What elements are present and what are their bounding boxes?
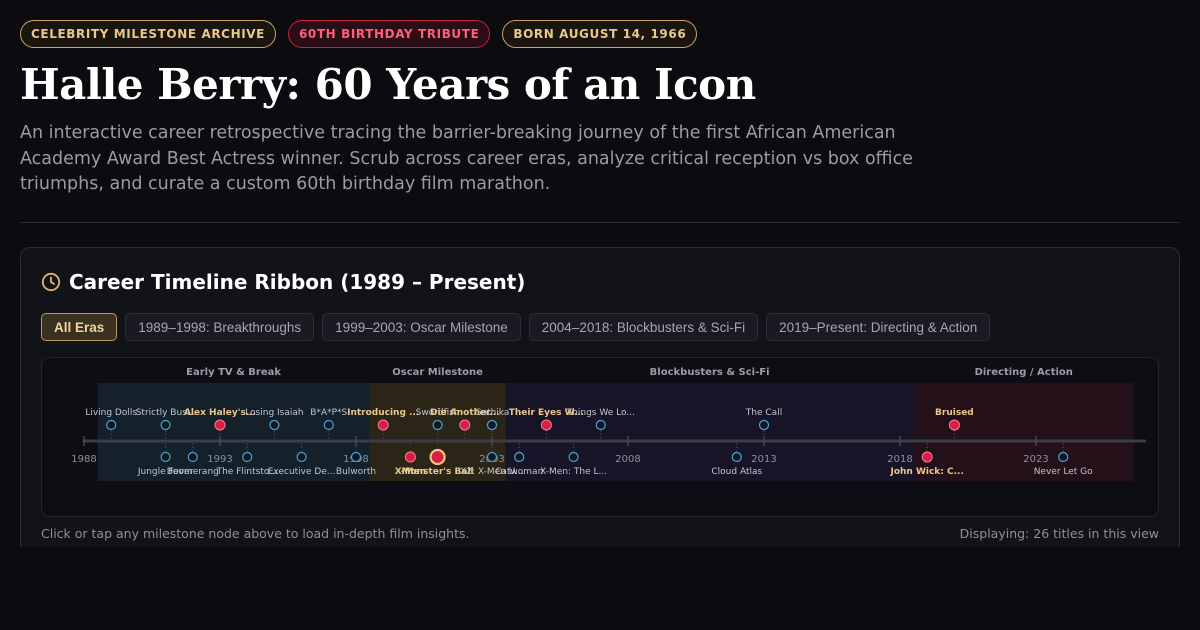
milestone-node[interactable] — [459, 419, 471, 431]
tick-label: 2008 — [615, 454, 640, 465]
tab-oscar-milestone[interactable]: 1999–2003: Oscar Milestone — [322, 313, 521, 341]
film-label: Executive De... — [268, 467, 336, 477]
tick-label: 2013 — [751, 454, 776, 465]
timeline-ribbon: Early TV & Break Oscar Milestone Blockbust… — [41, 357, 1159, 517]
film-node[interactable] — [106, 419, 117, 431]
milestone-node[interactable] — [404, 451, 416, 463]
film-label: Things We Lo... — [566, 408, 635, 418]
title-count: Displaying: 26 titles in this view — [959, 526, 1159, 541]
era-filter-tabs: All Eras 1989–1998: Breakthroughs 1999–2… — [41, 313, 991, 341]
tab-all-eras[interactable]: All Eras — [41, 313, 118, 341]
timeline-card: Career Timeline Ribbon (1989 – Present) … — [20, 247, 1180, 547]
header-divider — [20, 222, 1180, 223]
film-node[interactable] — [514, 451, 525, 463]
film-label: The Call — [745, 408, 782, 418]
timeline-header: Career Timeline Ribbon (1989 – Present) — [41, 270, 525, 294]
film-node[interactable] — [242, 451, 253, 463]
film-node[interactable] — [187, 451, 198, 463]
film-node[interactable] — [269, 419, 280, 431]
clock-icon — [41, 272, 61, 292]
film-label: Introducing ... — [347, 408, 419, 418]
birthdate-badge: BORN AUGUST 14, 1966 — [502, 20, 698, 48]
film-node[interactable] — [568, 451, 579, 463]
milestone-node[interactable] — [948, 419, 960, 431]
tick-label: 1993 — [207, 454, 232, 465]
milestone-node[interactable] — [214, 419, 226, 431]
film-label: Cloud Atlas — [711, 467, 762, 477]
birthday-badge: 60TH BIRTHDAY TRIBUTE — [287, 20, 491, 48]
film-label: Bruised — [935, 408, 974, 418]
film-label: Losing Isaiah — [245, 408, 303, 418]
film-node[interactable] — [486, 451, 498, 463]
film-node[interactable] — [731, 451, 742, 463]
film-label: John Wick: C... — [889, 467, 963, 477]
film-node[interactable] — [1058, 451, 1069, 463]
archive-badge: CELEBRITY MILESTONE ARCHIVE — [20, 20, 276, 48]
film-label: Boomerang — [167, 467, 219, 477]
film-node[interactable] — [432, 419, 443, 431]
film-label: Never Let Go — [1034, 467, 1093, 477]
film-node[interactable] — [758, 419, 770, 431]
era-label: Blockbusters & Sci-Fi — [650, 367, 770, 378]
film-node[interactable] — [160, 451, 171, 463]
tab-breakthroughs[interactable]: 1989–1998: Breakthroughs — [125, 313, 315, 341]
film-node[interactable] — [350, 451, 362, 463]
film-node[interactable] — [160, 419, 171, 431]
timeline-title: Career Timeline Ribbon (1989 – Present) — [69, 270, 526, 294]
tick-label: 2023 — [1023, 454, 1048, 465]
era-label: Early TV & Break — [186, 367, 281, 378]
milestone-node[interactable] — [540, 419, 552, 431]
film-node[interactable] — [323, 419, 334, 431]
badge-row: CELEBRITY MILESTONE ARCHIVE 60TH BIRTHDA… — [20, 20, 698, 48]
film-node[interactable] — [486, 419, 498, 431]
era-label: Oscar Milestone — [392, 367, 483, 378]
film-label: Bulworth — [336, 467, 376, 477]
page-title: Halle Berry: 60 Years of an Icon — [20, 60, 756, 109]
tick-label: 2018 — [887, 454, 912, 465]
timeline-svg: Early TV & Break Oscar Milestone Blockbust… — [71, 367, 1147, 481]
milestone-node[interactable] — [429, 448, 446, 466]
film-label: X-Men: The L... — [540, 467, 607, 477]
milestone-node[interactable] — [921, 451, 933, 463]
film-label: Catwoman — [495, 467, 543, 477]
timeline-hint: Click or tap any milestone node above to… — [41, 526, 470, 541]
film-node[interactable] — [595, 419, 606, 431]
page-subtitle: An interactive career retrospective trac… — [20, 123, 913, 194]
era-label: Directing / Action — [975, 367, 1073, 378]
film-node[interactable] — [296, 451, 307, 463]
film-label: B*A*P*S — [310, 408, 347, 418]
tab-blockbusters[interactable]: 2004–2018: Blockbusters & Sci-Fi — [528, 313, 759, 341]
milestone-node[interactable] — [377, 419, 389, 431]
tab-directing-action[interactable]: 2019–Present: Directing & Action — [766, 313, 991, 341]
film-label: Gothika — [475, 408, 510, 418]
film-label: Living Dolls — [85, 408, 137, 418]
tick-label: 1988 — [71, 454, 96, 465]
